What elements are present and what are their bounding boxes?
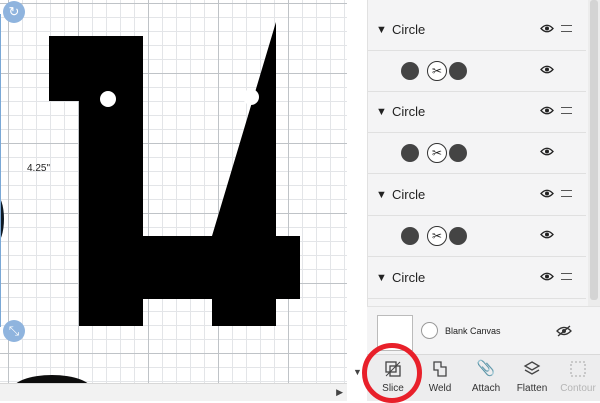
number-14-artwork[interactable]	[0, 0, 347, 383]
dimension-label: 4.25"	[27, 163, 51, 174]
flatten-button[interactable]: Flatten	[510, 359, 554, 394]
horizontal-scrollbar[interactable]: ▶	[0, 383, 347, 401]
collapse-caret-icon[interactable]: ▼	[376, 24, 387, 36]
eye-icon[interactable]	[540, 272, 554, 281]
canvas-color-circle[interactable]	[421, 322, 438, 339]
layer-group-name: Circle	[392, 22, 426, 37]
attach-button[interactable]: 📎 Attach	[464, 359, 508, 394]
layer-group-circle[interactable]: ▼ Circle	[368, 175, 586, 216]
eye-icon[interactable]	[540, 189, 554, 198]
layer-group-name: Circle	[392, 104, 426, 119]
scrollbar-thumb[interactable]	[590, 0, 598, 300]
design-canvas[interactable]: 4.25" ↻ ⤡	[0, 0, 347, 383]
color-swatch[interactable]	[401, 144, 419, 162]
scroll-down-icon[interactable]: ▼	[353, 367, 362, 377]
paperclip-icon: 📎	[476, 360, 496, 377]
layer-group-circle[interactable]: ▼ Circle	[368, 10, 586, 51]
eye-icon[interactable]	[540, 147, 554, 156]
collapse-caret-icon[interactable]: ▼	[376, 189, 387, 201]
collapse-caret-icon[interactable]: ▼	[376, 272, 387, 284]
eye-icon[interactable]	[540, 106, 554, 115]
scissors-icon[interactable]: ✂	[427, 61, 447, 81]
layers-panel: ▼ Circle ✂ ▼ Circle ✂ ▼ Circle ✂ ▼ Circl…	[367, 0, 600, 354]
layer-group-circle[interactable]: ▼ Circle	[368, 258, 586, 299]
attach-label: Attach	[471, 383, 501, 394]
layer-item[interactable]: ✂	[368, 51, 586, 92]
scissors-icon[interactable]: ✂	[427, 143, 447, 163]
flatten-label: Flatten	[516, 383, 548, 394]
color-swatch[interactable]	[449, 62, 467, 80]
color-swatch[interactable]	[401, 227, 419, 245]
contour-label: Contour	[560, 383, 596, 394]
contour-button[interactable]: Contour	[556, 359, 600, 394]
layer-group-name: Circle	[392, 187, 426, 202]
eye-hidden-icon[interactable]	[556, 325, 572, 337]
color-swatch[interactable]	[449, 227, 467, 245]
eye-icon[interactable]	[540, 24, 554, 33]
scissors-icon[interactable]: ✂	[427, 226, 447, 246]
resize-handle-icon[interactable]: ⤡	[3, 320, 25, 342]
contour-icon	[570, 361, 586, 377]
collapse-caret-icon[interactable]: ▼	[376, 106, 387, 118]
drag-handle-icon[interactable]	[561, 273, 572, 280]
hole-circle	[100, 91, 116, 107]
drag-handle-icon[interactable]	[561, 107, 572, 114]
layer-item[interactable]: ✂	[368, 133, 586, 174]
layers-scrollbar[interactable]	[588, 0, 600, 354]
weld-label: Weld	[428, 383, 452, 394]
panel-gutter: ▼	[347, 0, 367, 401]
weld-icon	[433, 361, 447, 377]
weld-button[interactable]: Weld	[418, 359, 462, 394]
drag-handle-icon[interactable]	[561, 190, 572, 197]
blank-canvas-label: Blank Canvas	[445, 326, 501, 336]
eye-icon[interactable]	[540, 230, 554, 239]
color-swatch[interactable]	[401, 62, 419, 80]
hole-circle	[243, 89, 259, 105]
flatten-icon	[523, 361, 541, 375]
color-swatch[interactable]	[449, 144, 467, 162]
layer-group-circle[interactable]: ▼ Circle	[368, 92, 586, 133]
layer-item[interactable]: ✂	[368, 216, 586, 257]
annotation-highlight-circle	[362, 343, 422, 403]
layer-group-name: Circle	[392, 270, 426, 285]
scroll-right-icon[interactable]: ▶	[336, 387, 343, 398]
rotate-handle-icon[interactable]: ↻	[3, 1, 25, 23]
eye-icon[interactable]	[540, 65, 554, 74]
selection-bounding-line	[0, 14, 1, 327]
drag-handle-icon[interactable]	[561, 25, 572, 32]
